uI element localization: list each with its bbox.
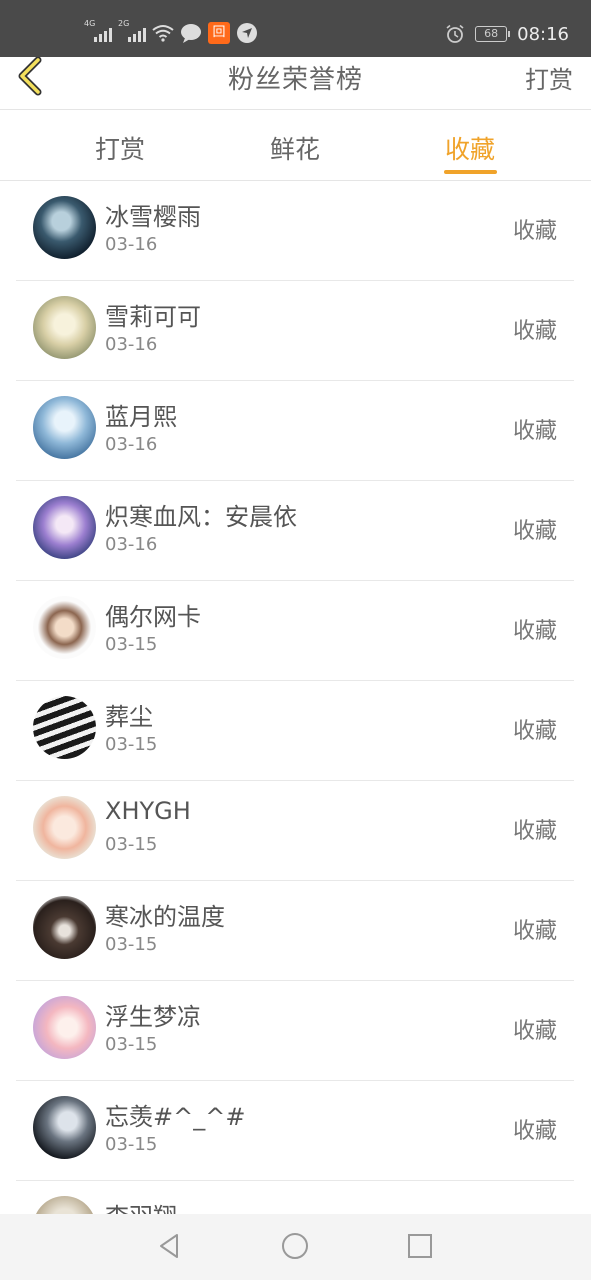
fan-action-label: 收藏 bbox=[512, 619, 557, 644]
reward-button[interactable]: 打赏 bbox=[525, 60, 573, 95]
avatar bbox=[33, 496, 96, 559]
list-item[interactable]: 冰雪樱雨 03-16 收藏 bbox=[16, 181, 574, 281]
avatar bbox=[33, 1196, 96, 1214]
active-tab-indicator bbox=[444, 170, 497, 174]
tab-flowers[interactable]: 鲜花 bbox=[270, 130, 320, 166]
fan-date: 03-16 bbox=[105, 434, 158, 455]
tab-reward[interactable]: 打赏 bbox=[95, 130, 145, 166]
fan-name: 浮生梦凉 bbox=[105, 1003, 201, 1031]
fan-date: 03-15 bbox=[105, 1134, 158, 1155]
app-notification-icon: 回 bbox=[208, 22, 230, 44]
fan-name: XHYGH bbox=[105, 797, 191, 825]
fan-name: 蓝月熙 bbox=[105, 403, 177, 431]
avatar bbox=[33, 996, 96, 1059]
fan-action-label: 收藏 bbox=[512, 819, 557, 844]
fan-date: 03-16 bbox=[105, 534, 158, 555]
list-item[interactable]: 偶尔网卡 03-15 收藏 bbox=[16, 581, 574, 681]
fan-date: 03-15 bbox=[105, 1034, 158, 1055]
fan-name: 李羽翔 bbox=[105, 1197, 177, 1214]
fan-name: 寒冰的温度 bbox=[105, 903, 225, 931]
avatar bbox=[33, 596, 96, 659]
fan-date: 03-16 bbox=[105, 334, 158, 355]
list-item[interactable]: 葬尘 03-15 收藏 bbox=[16, 681, 574, 781]
list-item[interactable]: 炽寒血风：安晨依 03-16 收藏 bbox=[16, 481, 574, 581]
fan-date: 03-15 bbox=[105, 734, 158, 755]
status-icons-right: 68 08:16 bbox=[445, 22, 569, 46]
tab-bar: 打赏 鲜花 收藏 bbox=[0, 110, 591, 181]
fan-name: 炽寒血风：安晨依 bbox=[105, 503, 297, 531]
signal-icon-2: 2G bbox=[118, 19, 146, 44]
system-nav-bar bbox=[0, 1214, 591, 1280]
fan-action-label: 收藏 bbox=[512, 1019, 557, 1044]
avatar bbox=[33, 696, 96, 759]
fan-date: 03-16 bbox=[105, 234, 158, 255]
list-item[interactable]: 浮生梦凉 03-15 收藏 bbox=[16, 981, 574, 1081]
fan-action-label: 收藏 bbox=[512, 919, 557, 944]
fan-name: 葬尘 bbox=[105, 703, 153, 731]
list-item[interactable]: 雪莉可可 03-16 收藏 bbox=[16, 281, 574, 381]
fan-date: 03-15 bbox=[105, 834, 158, 855]
fan-date: 03-15 bbox=[105, 634, 158, 655]
avatar bbox=[33, 896, 96, 959]
nav-home-icon[interactable] bbox=[280, 1231, 310, 1261]
clock: 08:16 bbox=[517, 23, 569, 45]
fan-list: 冰雪樱雨 03-16 收藏 雪莉可可 03-16 收藏 蓝月熙 03-16 收藏… bbox=[16, 181, 574, 1214]
fan-action-label: 收藏 bbox=[512, 219, 557, 244]
network-type-1: 4G bbox=[84, 19, 96, 28]
list-item[interactable]: 忘羡#^_^# 03-15 收藏 bbox=[16, 1081, 574, 1181]
page-title: 粉丝荣誉榜 bbox=[227, 65, 363, 95]
wifi-icon bbox=[152, 25, 174, 42]
battery-icon: 68 bbox=[475, 26, 511, 42]
app-header: 粉丝荣誉榜 打赏 bbox=[0, 57, 591, 110]
status-bar: 4G 2G 回 68 08:16 bbox=[0, 0, 591, 57]
location-icon bbox=[237, 23, 257, 43]
list-item[interactable]: 李羽翔 bbox=[16, 1181, 574, 1214]
nav-recents-icon[interactable] bbox=[405, 1231, 435, 1261]
nav-back-icon[interactable] bbox=[155, 1231, 185, 1261]
avatar bbox=[33, 196, 96, 259]
alarm-icon bbox=[446, 24, 464, 43]
fan-name: 雪莉可可 bbox=[105, 303, 201, 331]
status-icons-left: 4G 2G 回 bbox=[84, 18, 258, 48]
tab-favorites[interactable]: 收藏 bbox=[445, 130, 495, 166]
fan-action-label: 收藏 bbox=[512, 519, 557, 544]
avatar bbox=[33, 396, 96, 459]
fan-name: 偶尔网卡 bbox=[105, 603, 201, 631]
fan-name: 冰雪樱雨 bbox=[105, 203, 201, 231]
fan-action-label: 收藏 bbox=[512, 319, 557, 344]
network-type-2: 2G bbox=[118, 19, 130, 28]
list-item[interactable]: 蓝月熙 03-16 收藏 bbox=[16, 381, 574, 481]
list-item[interactable]: XHYGH 03-15 收藏 bbox=[16, 781, 574, 881]
avatar bbox=[33, 296, 96, 359]
signal-icon: 4G bbox=[84, 19, 112, 44]
fan-action-label: 收藏 bbox=[512, 419, 557, 444]
fan-date: 03-15 bbox=[105, 934, 158, 955]
list-item[interactable]: 寒冰的温度 03-15 收藏 bbox=[16, 881, 574, 981]
fan-action-label: 收藏 bbox=[512, 719, 557, 744]
chat-bubble-icon bbox=[181, 24, 201, 43]
fan-name: 忘羡#^_^# bbox=[105, 1103, 246, 1131]
fan-action-label: 收藏 bbox=[512, 1119, 557, 1144]
avatar bbox=[33, 1096, 96, 1159]
avatar bbox=[33, 796, 96, 859]
